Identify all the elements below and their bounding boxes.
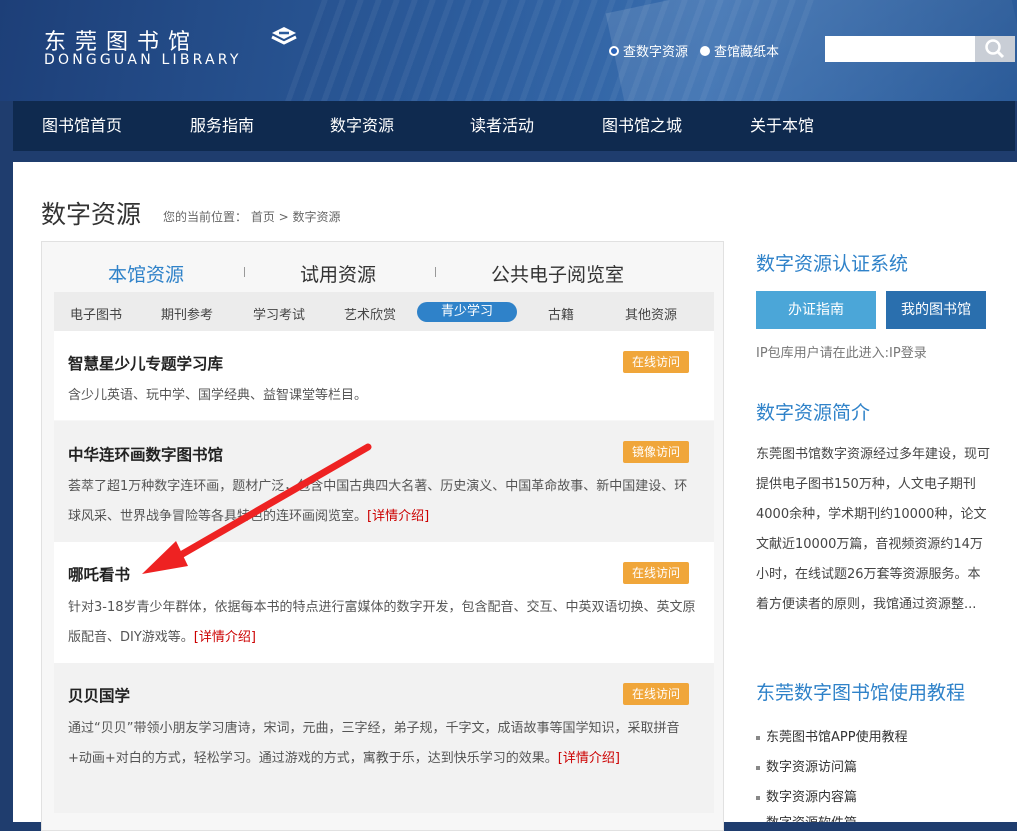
nav-digital-resources[interactable]: 数字资源 (330, 101, 394, 151)
subtab-exams[interactable]: 学习考试 (253, 304, 305, 323)
nav-about[interactable]: 关于本馆 (750, 101, 814, 151)
intro-text: 东莞图书馆数字资源经过多年建设，现可提供电子图书150万种，人文电子期刊4000… (756, 447, 991, 612)
search-button[interactable] (975, 36, 1015, 62)
tutorial-link[interactable]: 数字资源内容篇 (756, 786, 857, 805)
tutorial-link[interactable]: 数字资源访问篇 (756, 756, 857, 775)
radio-digital[interactable]: 查数字资源 (609, 41, 688, 60)
visit-button[interactable]: 在线访问 (623, 562, 689, 584)
mirror-visit-button[interactable]: 镜像访问 (623, 441, 689, 463)
nav-reader-activities[interactable]: 读者活动 (470, 101, 534, 151)
resource-desc: 针对3-18岁青少年群体，依据每本书的特点进行富媒体的数字开发，包含配音、交互、… (68, 593, 696, 653)
radio-checked-icon (609, 45, 619, 56)
resource-title[interactable]: 贝贝国学 (68, 684, 130, 706)
resource-desc: 通过“贝贝”带领小朋友学习唐诗，宋词，元曲，三字经，弟子规，千字文，成语故事等国… (68, 714, 696, 774)
main-nav: 图书馆首页 服务指南 数字资源 读者活动 图书馆之城 关于本馆 (13, 101, 1015, 151)
tutorial-link[interactable]: 东莞图书馆APP使用教程 (756, 726, 908, 745)
details-link[interactable]: [详情介绍] (367, 509, 429, 524)
search-input[interactable] (825, 36, 975, 62)
tutorial-link[interactable]: 数字资源软件篇 (756, 812, 857, 822)
details-link[interactable]: [详情介绍] (558, 751, 620, 766)
breadcrumb: 您的当前位置： 首页 > 数字资源 (163, 210, 341, 224)
resource-desc-text: 针对3-18岁青少年群体，依据每本书的特点进行富媒体的数字开发，包含配音、交互、… (68, 600, 696, 645)
details-link[interactable]: [详情介绍] (194, 630, 256, 645)
tab-public-reading-room[interactable]: 公共电子阅览室 (491, 260, 624, 287)
resource-title[interactable]: 智慧星少儿专题学习库 (68, 352, 223, 374)
auth-system-title[interactable]: 数字资源认证系统 (756, 249, 908, 276)
library-logo-icon[interactable] (271, 26, 297, 46)
card-guide-button[interactable]: 办证指南 (756, 291, 876, 329)
nav-home[interactable]: 图书馆首页 (42, 101, 122, 151)
search-icon (985, 39, 1005, 59)
ip-login-note[interactable]: IP包库用户请在此进入:IP登录 (756, 342, 927, 361)
tutorial-title[interactable]: 东莞数字图书馆使用教程 (756, 678, 965, 705)
my-library-button[interactable]: 我的图书馆 (886, 291, 986, 329)
subtab-arts[interactable]: 艺术欣赏 (344, 304, 396, 323)
tab-local-resources[interactable]: 本馆资源 (108, 260, 184, 287)
radio-unchecked-icon (700, 45, 711, 56)
subtab-other[interactable]: 其他资源 (625, 304, 677, 323)
tab-divider (244, 267, 245, 277)
resource-desc: 含少儿英语、玩中学、国学经典、益智课堂等栏目。 (68, 381, 696, 411)
resource-desc: 荟萃了超1万种数字连环画，题材广泛，包含中国古典四大名著、历史演义、中国革命故事… (68, 472, 696, 532)
subtab-ancient-books[interactable]: 古籍 (548, 304, 574, 323)
search-scope: 查数字资源 查馆藏纸本 (609, 41, 791, 60)
subtab-journals[interactable]: 期刊参考 (161, 304, 213, 323)
visit-button[interactable]: 在线访问 (623, 683, 689, 705)
resource-title[interactable]: 哪吒看书 (68, 563, 130, 585)
page-title: 数字资源 (41, 200, 142, 229)
radio-paper-label: 查馆藏纸本 (714, 45, 780, 60)
intro-title[interactable]: 数字资源简介 (756, 398, 870, 425)
resource-title[interactable]: 中华连环画数字图书馆 (68, 443, 223, 465)
subtab-youth-learning[interactable]: 青少学习 (417, 302, 517, 322)
visit-button[interactable]: 在线访问 (623, 351, 689, 373)
subtab-ebooks[interactable]: 电子图书 (70, 304, 122, 323)
logo-subtitle[interactable]: DONGGUAN LIBRARY (44, 52, 242, 68)
tab-divider (435, 267, 436, 277)
nav-library-city[interactable]: 图书馆之城 (602, 101, 682, 151)
resource-desc-text: 含少儿英语、玩中学、国学经典、益智课堂等栏目。 (68, 388, 368, 403)
tab-trial-resources[interactable]: 试用资源 (300, 260, 376, 287)
radio-digital-label: 查数字资源 (623, 45, 689, 60)
nav-service-guide[interactable]: 服务指南 (190, 101, 254, 151)
radio-paper[interactable]: 查馆藏纸本 (700, 41, 779, 60)
